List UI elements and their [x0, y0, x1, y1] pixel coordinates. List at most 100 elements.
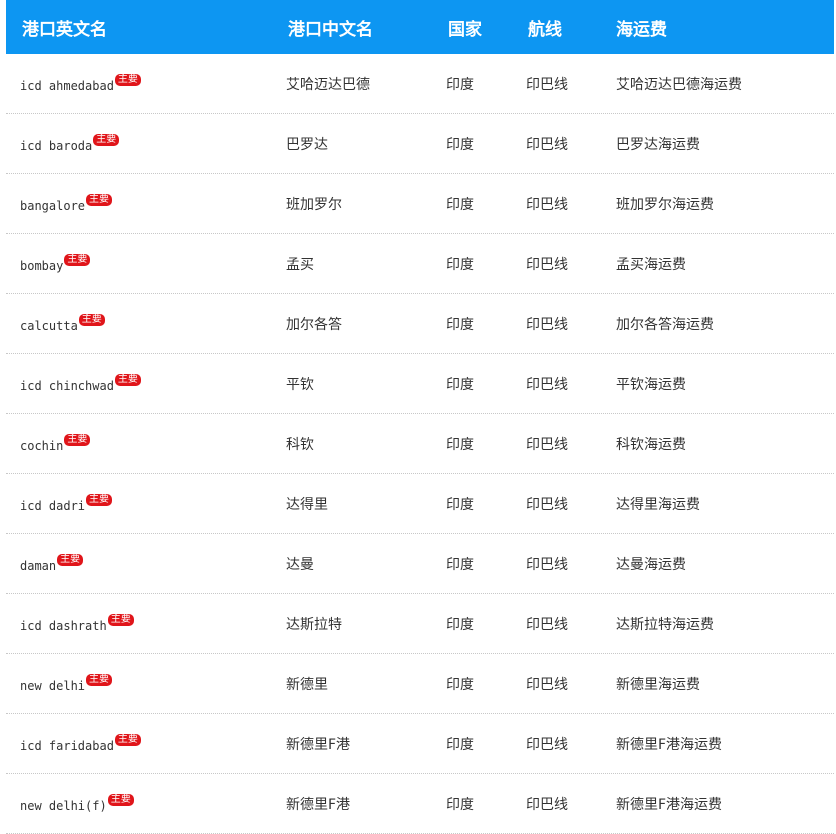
- freight-link[interactable]: 巴罗达海运费: [598, 134, 834, 154]
- port-en-link[interactable]: calcutta: [20, 319, 78, 333]
- major-badge: 主要: [86, 674, 113, 686]
- major-badge: 主要: [57, 554, 84, 566]
- header-country: 国家: [448, 19, 482, 40]
- port-en-link[interactable]: icd faridabad: [20, 739, 114, 753]
- freight-link[interactable]: 达曼海运费: [598, 554, 834, 574]
- freight-link[interactable]: 孟买海运费: [598, 254, 834, 274]
- port-en-link[interactable]: icd dadri: [20, 499, 85, 513]
- port-en-cell: calcutta 主要: [6, 314, 268, 333]
- freight-link[interactable]: 加尔各答海运费: [598, 314, 834, 334]
- port-en-link[interactable]: new delhi: [20, 679, 85, 693]
- port-cn-link[interactable]: 科钦: [268, 434, 428, 454]
- port-cn-link[interactable]: 新德里F港: [268, 734, 428, 754]
- port-cn-link[interactable]: 孟买: [268, 254, 428, 274]
- port-en-link[interactable]: daman: [20, 559, 56, 573]
- major-badge: 主要: [114, 374, 141, 386]
- port-en-link[interactable]: icd dashrath: [20, 619, 107, 633]
- port-en-cell: icd baroda 主要: [6, 134, 268, 153]
- port-en-link[interactable]: bombay: [20, 259, 63, 273]
- route-link[interactable]: 印巴线: [508, 614, 598, 634]
- country-cell: 印度: [446, 196, 474, 213]
- port-en-link[interactable]: cochin: [20, 439, 63, 453]
- port-en-cell: icd faridabad 主要: [6, 734, 268, 753]
- major-badge: 主要: [114, 74, 141, 86]
- freight-link[interactable]: 平钦海运费: [598, 374, 834, 394]
- major-badge: 主要: [78, 314, 105, 326]
- port-cn-link[interactable]: 新德里: [268, 674, 428, 694]
- table-row: icd chinchwad 主要 平钦 印度 印巴线 平钦海运费: [6, 354, 834, 414]
- header-freight: 海运费: [616, 19, 667, 40]
- header-port-cn: 港口中文名: [288, 19, 373, 40]
- port-en-cell: icd dashrath 主要: [6, 614, 268, 633]
- port-en-link[interactable]: icd ahmedabad: [20, 79, 114, 93]
- table-row: icd dashrath 主要 达斯拉特 印度 印巴线 达斯拉特海运费: [6, 594, 834, 654]
- freight-link[interactable]: 达得里海运费: [598, 494, 834, 514]
- port-en-cell: cochin 主要: [6, 434, 268, 453]
- freight-link[interactable]: 班加罗尔海运费: [598, 194, 834, 214]
- country-cell: 印度: [446, 616, 474, 633]
- country-cell: 印度: [446, 136, 474, 153]
- header-port-en: 港口英文名: [22, 19, 107, 40]
- port-en-link[interactable]: bangalore: [20, 199, 85, 213]
- country-cell: 印度: [446, 736, 474, 753]
- port-en-cell: daman 主要: [6, 554, 268, 573]
- major-badge: 主要: [86, 194, 113, 206]
- country-cell: 印度: [446, 796, 474, 813]
- freight-link[interactable]: 达斯拉特海运费: [598, 614, 834, 634]
- route-link[interactable]: 印巴线: [508, 434, 598, 454]
- route-link[interactable]: 印巴线: [508, 554, 598, 574]
- country-cell: 印度: [446, 436, 474, 453]
- country-cell: 印度: [446, 676, 474, 693]
- major-badge: 主要: [86, 494, 113, 506]
- port-en-cell: bombay 主要: [6, 254, 268, 273]
- port-en-cell: new delhi 主要: [6, 674, 268, 693]
- major-badge: 主要: [107, 794, 134, 806]
- port-cn-link[interactable]: 平钦: [268, 374, 428, 394]
- country-cell: 印度: [446, 256, 474, 273]
- port-cn-link[interactable]: 达曼: [268, 554, 428, 574]
- port-en-link[interactable]: icd chinchwad: [20, 379, 114, 393]
- port-cn-link[interactable]: 达斯拉特: [268, 614, 428, 634]
- route-link[interactable]: 印巴线: [508, 794, 598, 814]
- country-cell: 印度: [446, 496, 474, 513]
- country-cell: 印度: [446, 76, 474, 93]
- route-link[interactable]: 印巴线: [508, 374, 598, 394]
- port-en-link[interactable]: icd baroda: [20, 139, 92, 153]
- freight-link[interactable]: 科钦海运费: [598, 434, 834, 454]
- freight-link[interactable]: 新德里F港海运费: [598, 734, 834, 754]
- freight-link[interactable]: 艾哈迈达巴德海运费: [598, 74, 834, 94]
- port-cn-link[interactable]: 新德里F港: [268, 794, 428, 814]
- route-link[interactable]: 印巴线: [508, 254, 598, 274]
- route-link[interactable]: 印巴线: [508, 194, 598, 214]
- country-cell: 印度: [446, 376, 474, 393]
- table-row: icd faridabad 主要 新德里F港 印度 印巴线 新德里F港海运费: [6, 714, 834, 774]
- table-row: calcutta 主要 加尔各答 印度 印巴线 加尔各答海运费: [6, 294, 834, 354]
- major-badge: 主要: [93, 134, 120, 146]
- table-row: icd baroda 主要 巴罗达 印度 印巴线 巴罗达海运费: [6, 114, 834, 174]
- route-link[interactable]: 印巴线: [508, 674, 598, 694]
- route-link[interactable]: 印巴线: [508, 134, 598, 154]
- port-cn-link[interactable]: 艾哈迈达巴德: [268, 74, 428, 94]
- port-cn-link[interactable]: 达得里: [268, 494, 428, 514]
- route-link[interactable]: 印巴线: [508, 74, 598, 94]
- port-en-cell: icd chinchwad 主要: [6, 374, 268, 393]
- table-row: new delhi(f) 主要 新德里F港 印度 印巴线 新德里F港海运费: [6, 774, 834, 834]
- port-cn-link[interactable]: 班加罗尔: [268, 194, 428, 214]
- port-en-cell: new delhi(f) 主要: [6, 794, 268, 813]
- table-row: bangalore 主要 班加罗尔 印度 印巴线 班加罗尔海运费: [6, 174, 834, 234]
- header-route: 航线: [528, 19, 562, 40]
- route-link[interactable]: 印巴线: [508, 314, 598, 334]
- route-link[interactable]: 印巴线: [508, 734, 598, 754]
- table-row: cochin 主要 科钦 印度 印巴线 科钦海运费: [6, 414, 834, 474]
- freight-link[interactable]: 新德里海运费: [598, 674, 834, 694]
- port-freight-table: 港口英文名 港口中文名 国家 航线 海运费 icd ahmedabad 主要 艾哈迈…: [6, 0, 834, 834]
- country-cell: 印度: [446, 316, 474, 333]
- freight-link[interactable]: 新德里F港海运费: [598, 794, 834, 814]
- port-en-link[interactable]: new delhi(f): [20, 799, 107, 813]
- major-badge: 主要: [114, 734, 141, 746]
- port-cn-link[interactable]: 加尔各答: [268, 314, 428, 334]
- major-badge: 主要: [64, 434, 91, 446]
- port-en-cell: bangalore 主要: [6, 194, 268, 213]
- port-cn-link[interactable]: 巴罗达: [268, 134, 428, 154]
- route-link[interactable]: 印巴线: [508, 494, 598, 514]
